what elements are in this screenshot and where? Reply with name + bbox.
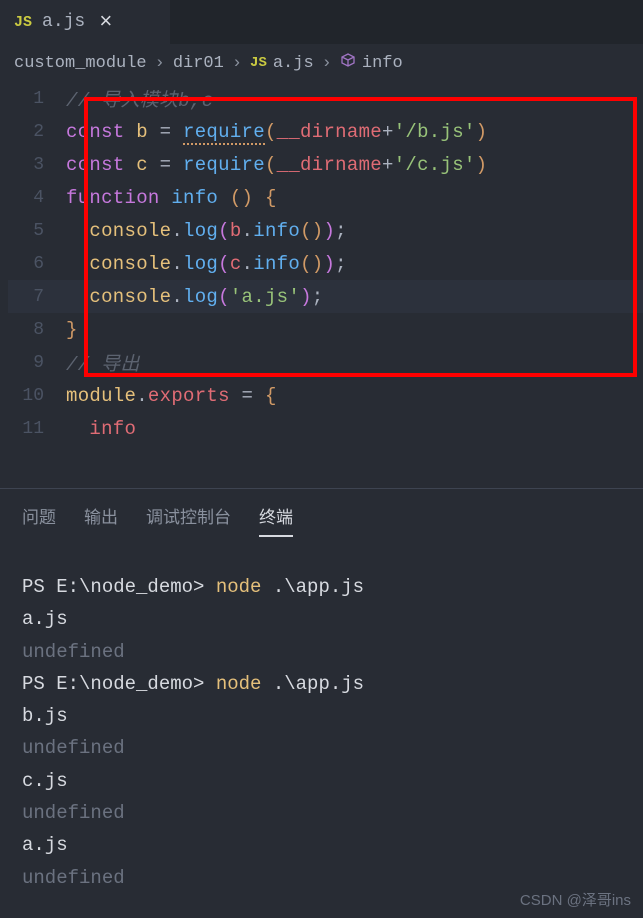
tab-bar: JS a.js × [0,0,643,44]
code-line[interactable]: 1// 导入模块b,c [8,82,643,115]
breadcrumb-item[interactable]: info [340,52,403,74]
code-content: function info () { [66,187,277,209]
line-number: 6 [8,254,66,274]
line-number: 10 [8,386,66,406]
terminal[interactable]: PS E:\node_demo> node .\app.jsa.jsundefi… [0,551,643,914]
code-content: const c = require(__dirname+'/c.js') [66,154,487,176]
line-number: 5 [8,221,66,241]
chevron-right-icon: › [232,54,242,73]
code-content: console.log(c.info()); [66,253,347,275]
panel-tab[interactable]: 问题 [22,503,56,537]
terminal-line: PS E:\node_demo> node .\app.js [22,668,621,700]
code-line[interactable]: 5 console.log(b.info()); [8,214,643,247]
chevron-right-icon: › [155,54,165,73]
code-line[interactable]: 7 console.log('a.js'); [8,280,643,313]
line-number: 7 [8,287,66,307]
line-number: 8 [8,320,66,340]
breadcrumb-item[interactable]: JS a.js [250,54,314,73]
breadcrumb-label: a.js [273,54,314,73]
code-line[interactable]: 3const c = require(__dirname+'/c.js') [8,148,643,181]
code-content: module.exports = { [66,385,277,407]
terminal-line: undefined [22,797,621,829]
breadcrumb-item[interactable]: dir01 [173,54,224,73]
js-icon: JS [14,14,32,31]
chevron-right-icon: › [322,54,332,73]
terminal-line: a.js [22,829,621,861]
code-content: const b = require(__dirname+'/b.js') [66,121,487,143]
code-line[interactable]: 9// 导出 [8,346,643,379]
code-line[interactable]: 8} [8,313,643,346]
terminal-line: a.js [22,603,621,635]
code-editor[interactable]: 1// 导入模块b,c2const b = require(__dirname+… [0,82,643,445]
code-content: info [66,418,136,440]
close-icon[interactable]: × [95,10,116,35]
panel-tab[interactable]: 调试控制台 [146,503,231,537]
panel-tabs: 问题输出调试控制台终端 [0,489,643,551]
line-number: 11 [8,419,66,439]
code-content: // 导入模块b,c [66,85,213,112]
line-number: 2 [8,122,66,142]
code-line[interactable]: 10module.exports = { [8,379,643,412]
code-line[interactable]: 6 console.log(c.info()); [8,247,643,280]
code-line[interactable]: 11 info [8,412,643,445]
terminal-line: PS E:\node_demo> node .\app.js [22,571,621,603]
code-line[interactable]: 2const b = require(__dirname+'/b.js') [8,115,643,148]
panel-tab[interactable]: 输出 [84,503,118,537]
breadcrumb[interactable]: custom_module › dir01 › JS a.js › info [0,44,643,82]
terminal-line: undefined [22,636,621,668]
terminal-line: b.js [22,700,621,732]
file-tab[interactable]: JS a.js × [0,0,170,44]
code-content: } [66,319,78,341]
line-number: 3 [8,155,66,175]
line-number: 4 [8,188,66,208]
line-number: 9 [8,353,66,373]
panel-tab[interactable]: 终端 [259,503,293,537]
code-content: // 导出 [66,349,140,376]
watermark: CSDN @泽哥ins [520,889,631,910]
breadcrumb-item[interactable]: custom_module [14,54,147,73]
code-content: console.log(b.info()); [66,220,347,242]
line-number: 1 [8,89,66,109]
breadcrumb-label: info [362,54,403,73]
cube-icon [340,52,356,74]
code-content: console.log('a.js'); [66,286,323,308]
terminal-line: undefined [22,732,621,764]
code-line[interactable]: 4function info () { [8,181,643,214]
tab-label: a.js [42,12,85,32]
bottom-panel: 问题输出调试控制台终端 PS E:\node_demo> node .\app.… [0,488,643,918]
js-icon: JS [250,55,267,71]
terminal-line: c.js [22,765,621,797]
